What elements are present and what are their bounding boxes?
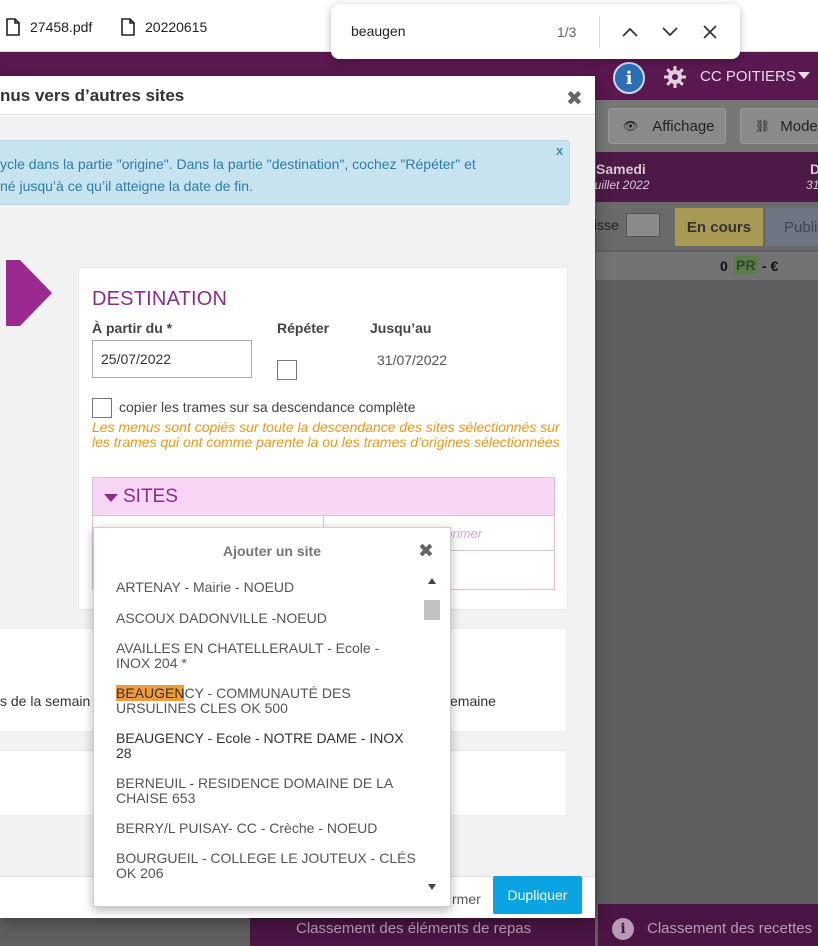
until-date: 31/07/2022 [377, 352, 448, 368]
repeat-label: Répéter [277, 320, 330, 336]
info-circle-icon[interactable]: i [613, 62, 645, 94]
list-item[interactable]: BEAUGENCY - COMMUNAUTÉ DES URSULINES CLE… [116, 685, 416, 716]
find-bar: beaugen 1/3 [331, 4, 740, 59]
day-date: 31 [806, 178, 818, 192]
arrow-right-icon [6, 260, 52, 326]
chevron-up-icon [622, 27, 638, 37]
summary-row [596, 252, 818, 280]
modal-header: nus vers d’autres sites ✖ [0, 76, 595, 115]
caret-down-icon [104, 494, 118, 502]
file-icon [121, 18, 135, 36]
list-item[interactable]: BERNEUIL - RESIDENCE DOMAINE DE LA CHAIS… [116, 776, 416, 806]
en-cours-badge[interactable]: En cours [675, 208, 763, 246]
sites-header[interactable]: SITES [93, 478, 554, 516]
duplicate-button[interactable]: Dupliquer [493, 876, 582, 914]
summary-price: - € [762, 258, 779, 274]
add-site-popover: Ajouter un site ✖ ARTENAY - Mairie - NOE… [93, 527, 451, 907]
list-item[interactable]: BERRY/L PUISAY- CC - Crèche - NOEUD [116, 821, 416, 836]
warning-text: Les menus sont copiés sur toute la desce… [92, 419, 560, 450]
copy-descendants-checkbox[interactable] [92, 398, 112, 418]
pr-badge: PR [733, 256, 759, 274]
until-label: Jusqu’au [370, 320, 432, 336]
bottom-tab-right-label: Classement des recettes [647, 920, 813, 937]
download-item[interactable]: 20220615 [121, 18, 207, 36]
week-label: s de la semain [0, 693, 91, 709]
list-item[interactable]: AVAILLES EN CHATELLERAULT - Ecole - INOX… [116, 641, 416, 671]
status-label: isse [594, 217, 619, 233]
download-item[interactable]: 27458.pdf [6, 18, 92, 36]
day-name: Samedi [596, 161, 646, 177]
scroll-down-icon[interactable] [428, 884, 436, 890]
day-header-row [596, 152, 818, 202]
chevron-down-icon [662, 27, 678, 37]
list-item[interactable]: ASCOUX DADONVILLE -NOEUD [116, 611, 416, 626]
affichage-button[interactable]: 👁 Affichage [608, 108, 726, 144]
download-name: 20220615 [145, 19, 208, 35]
user-menu[interactable]: CC POITIERS [700, 68, 796, 85]
close-icon[interactable]: ✖ [566, 86, 583, 111]
mode-button[interactable]: ⛓ Mode [740, 108, 818, 144]
find-close-button[interactable] [698, 20, 722, 44]
close-icon [703, 25, 717, 39]
list-item[interactable]: ARTENAY - Mairie - NOEUD [116, 580, 416, 595]
find-match-highlight: BEAUGEN [116, 685, 185, 701]
alert-text: ycle dans la partie "origine". Dans la p… [0, 156, 476, 194]
close-button[interactable]: rmer [452, 891, 481, 907]
modal-title: nus vers d’autres sites [0, 86, 185, 105]
find-next-button[interactable] [658, 20, 682, 44]
file-icon [6, 18, 20, 36]
publish-button[interactable]: Publi [766, 208, 818, 246]
link-icon: ⛓ [755, 119, 771, 133]
info-icon: i [612, 918, 634, 940]
scrollbar[interactable] [424, 574, 440, 896]
background-toolbar: 👁 Affichage ⛓ Mode [596, 100, 818, 152]
list-item[interactable]: BOURGUEIL - COLLEGE LE JOUTEUX - CLÉS OK… [116, 851, 416, 881]
summary-count: 0 [720, 258, 728, 274]
close-icon[interactable]: ✖ [418, 540, 434, 563]
exit-icon[interactable] [626, 213, 660, 237]
from-date-label: À partir du * [92, 320, 173, 336]
repeat-checkbox[interactable] [277, 360, 297, 380]
eye-icon: 👁 [623, 119, 639, 133]
find-match-count: 1/3 [557, 24, 577, 40]
destination-title: DESTINATION [92, 288, 228, 310]
day-name: D [810, 161, 818, 177]
scroll-up-icon[interactable] [428, 578, 436, 584]
find-previous-button[interactable] [618, 20, 642, 44]
site-list: ARTENAY - Mairie - NOEUD ASCOUX DADONVIL… [94, 574, 432, 898]
bottom-tab-left-label: Classement des éléments de repas [296, 920, 532, 937]
info-alert: ycle dans la partie "origine". Dans la p… [0, 140, 570, 205]
day-date: juillet 2022 [592, 178, 650, 192]
gear-icon[interactable] [664, 66, 686, 93]
list-item[interactable]: BEAUGENCY - Ecole - NOTRE DAME - INOX 28 [116, 731, 416, 761]
caret-down-icon[interactable] [798, 72, 810, 79]
scroll-thumb[interactable] [424, 600, 440, 620]
popover-title: Ajouter un site [222, 543, 321, 559]
week-label-right: emaine [450, 693, 496, 709]
sites-title: SITES [123, 486, 178, 507]
from-date-input[interactable]: 25/07/2022 [92, 340, 252, 378]
find-separator [599, 16, 600, 48]
alert-close-button[interactable]: x [556, 143, 563, 158]
find-input[interactable]: beaugen [351, 23, 406, 39]
download-name: 27458.pdf [30, 19, 93, 35]
copy-descendants-label: copier les trames sur sa descendance com… [119, 399, 416, 415]
